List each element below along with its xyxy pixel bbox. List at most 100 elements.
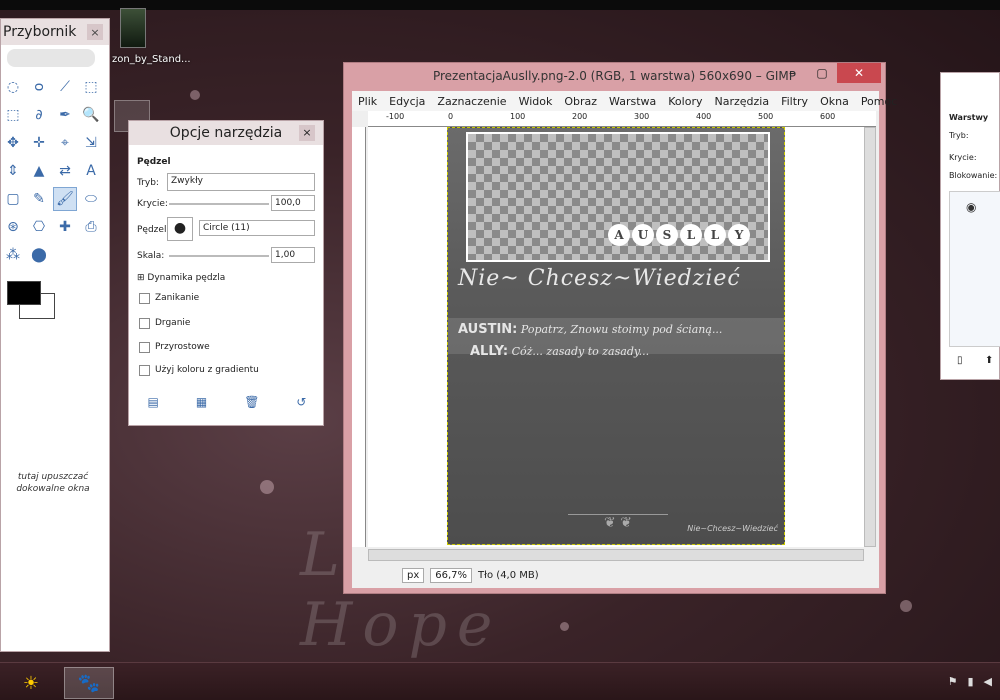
brush-preview[interactable]: ● (167, 217, 193, 241)
toolbox-drop-bar (7, 49, 95, 67)
scale-label: Skala: (137, 251, 165, 261)
desktop-icon[interactable] (120, 8, 146, 48)
tool-icon[interactable]: ⬤ (27, 243, 51, 267)
tool-icon[interactable]: ⎔ (27, 215, 51, 239)
reset-icon[interactable]: ↺ (296, 395, 306, 409)
foreground-color-swatch[interactable] (7, 281, 41, 305)
horizontal-ruler[interactable]: -100 0 100 200 300 400 500 600 (368, 111, 876, 127)
vertical-scrollbar[interactable] (864, 127, 876, 547)
close-button[interactable]: ✕ (837, 63, 881, 83)
tool-icon[interactable]: ⇕ (1, 159, 25, 183)
mode-select[interactable]: Zwykły (167, 173, 315, 191)
opacity-slider[interactable] (169, 203, 269, 205)
network-icon[interactable]: ▮ (967, 675, 973, 688)
tool-icon[interactable]: ⟋ (53, 75, 77, 99)
gimp-taskbar-icon[interactable]: 🐾 (64, 667, 114, 699)
checkbox-gradient-color[interactable] (139, 365, 150, 376)
speaker-name: ALLY: (470, 344, 509, 359)
maximize-button[interactable]: ▢ (809, 63, 835, 83)
tool-icon[interactable]: ✛ (27, 131, 51, 155)
tool-icon[interactable]: 🔍 (79, 103, 103, 127)
zoom-select[interactable]: 66,7% (430, 567, 473, 583)
checkbox-incremental[interactable] (139, 342, 150, 353)
menu-item[interactable]: Widok (513, 95, 559, 108)
desktop-icon-label[interactable]: zon_by_Stand... (112, 54, 191, 65)
gimp-client: Plik Edycja Zaznaczenie Widok Obraz Warstwa Ko… (352, 91, 897, 588)
restore-icon[interactable]: ▦ (196, 395, 207, 409)
menu-item[interactable]: Plik (352, 95, 383, 108)
menu-item[interactable]: Zaznaczenie (431, 95, 512, 108)
tool-options-titlebar[interactable]: Opcje narzędzia × (129, 121, 323, 145)
tool-icon[interactable]: ⌖ (53, 131, 77, 155)
tool-icon[interactable]: ✒ (53, 103, 77, 127)
menu-item[interactable]: Narzędzia (708, 95, 775, 108)
opacity-field[interactable]: 100,0 (271, 195, 315, 211)
checkbox-jitter[interactable] (139, 318, 150, 329)
tool-icon[interactable]: ✚ (53, 215, 77, 239)
speaker-name: AUSTIN: (458, 322, 518, 337)
tool-icon[interactable]: ⬚ (1, 103, 25, 127)
tool-icon[interactable]: ▲ (27, 159, 51, 183)
bokeh (260, 480, 274, 494)
tool-icon[interactable]: A (79, 159, 103, 183)
tool-icon[interactable]: ⬚ (79, 75, 103, 99)
unit-select[interactable]: px (402, 567, 425, 583)
tool-icon[interactable]: ᴑ (27, 75, 51, 99)
raise-layer-icon[interactable]: ⬆ (985, 355, 993, 366)
quote-text: Cóż... zasady to zasady... (508, 345, 650, 358)
toolbox-title: Przybornik (3, 24, 77, 40)
taskbar: ☀ 🐾 ⚑ ▮ ◀ (0, 662, 1000, 700)
ruler-tick-label: -100 (386, 112, 405, 121)
tool-icon[interactable]: ✥ (1, 131, 25, 155)
checkbox-fade[interactable] (139, 293, 150, 304)
vertical-ruler[interactable] (352, 127, 366, 547)
close-icon[interactable]: × (87, 24, 103, 40)
toolbox-titlebar[interactable]: Przybornik × (1, 19, 109, 45)
tool-icon[interactable]: ⁂ (1, 243, 25, 267)
banner-letter: L (680, 224, 702, 246)
menu-item[interactable]: Filtry (775, 95, 814, 108)
layers-opacity-label: Krycie: (949, 153, 977, 162)
new-layer-icon[interactable]: ▯ (957, 355, 963, 366)
horizontal-scrollbar[interactable] (368, 549, 864, 561)
scale-field[interactable]: 1,00 (271, 247, 315, 263)
delete-icon[interactable]: 🗑 (244, 395, 259, 409)
layers-list[interactable]: ◉ (949, 191, 1000, 347)
tool-icon[interactable]: ⇄ (53, 159, 77, 183)
volume-icon[interactable]: ◀ (984, 675, 992, 688)
minimize-button[interactable]: – (779, 63, 805, 83)
tool-icon[interactable]: ⬭ (79, 187, 103, 211)
close-icon[interactable]: × (299, 125, 315, 141)
sun-app-icon[interactable]: ☀ (6, 667, 56, 699)
tool-icon[interactable]: ✎ (27, 187, 51, 211)
gimp-image-window: PrezentacjaAuslly.png-2.0 (RGB, 1 warstw… (343, 62, 897, 594)
tool-icon[interactable]: 🖌 (53, 187, 77, 211)
tool-options-title: Opcje narzędzia (169, 125, 283, 141)
canvas-area[interactable]: AUSLLY Nie~ Chcesz~Wiedzieć AUSTIN: Popa… (368, 127, 864, 547)
menu-item[interactable]: Kolory (662, 95, 708, 108)
tool-icon[interactable]: ⊛ (1, 215, 25, 239)
scale-slider[interactable] (169, 255, 269, 257)
checkbox-label: Zanikanie (155, 293, 200, 303)
menu-item[interactable]: Edycja (383, 95, 431, 108)
menu-item[interactable]: Obraz (558, 95, 603, 108)
brush-dynamics-toggle[interactable]: ⊞ Dynamika pędzla (137, 273, 225, 283)
section-title: Pędzel (137, 157, 171, 167)
flag-icon[interactable]: ⚑ (948, 675, 958, 688)
menu-item[interactable]: Pomoc (855, 95, 903, 108)
tool-icon[interactable]: ∂ (27, 103, 51, 127)
signature: Nie~Chcesz~Wiedzieć (687, 524, 778, 533)
gimp-titlebar[interactable]: PrezentacjaAuslly.png-2.0 (RGB, 1 warstw… (344, 63, 885, 89)
eye-icon[interactable]: ◉ (966, 200, 976, 214)
tool-icon[interactable]: ⎙ (79, 215, 103, 239)
ruler-tick-label: 600 (820, 112, 836, 121)
tool-icon[interactable]: ▢ (1, 187, 25, 211)
save-icon[interactable]: ▤ (148, 395, 159, 409)
image-canvas[interactable]: AUSLLY Nie~ Chcesz~Wiedzieć AUSTIN: Popa… (447, 127, 785, 545)
tool-icon[interactable]: ⇲ (79, 131, 103, 155)
tool-icon[interactable]: ◌ (1, 75, 25, 99)
brush-field[interactable]: Circle (11) (199, 220, 315, 236)
ruler-tick-label: 300 (634, 112, 650, 121)
menu-item[interactable]: Okna (814, 95, 855, 108)
menu-item[interactable]: Warstwa (603, 95, 662, 108)
